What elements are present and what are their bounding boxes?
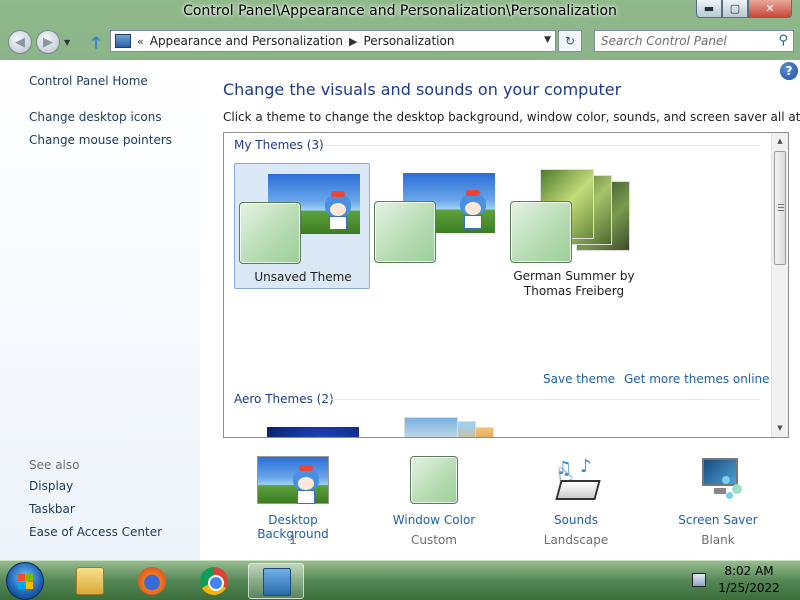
desktop-background-value: 1 <box>289 533 297 547</box>
taskbar <box>0 560 800 600</box>
desktop-background-item[interactable]: Desktop Background 1 <box>238 456 348 547</box>
theme-background-thumbnail <box>404 417 458 437</box>
theme-label: German Summer by Thomas Freiberg <box>513 269 635 298</box>
scroll-down-arrow-icon[interactable]: ▼ <box>772 420 788 437</box>
sidebar-item-change-mouse-pointers[interactable]: Change mouse pointers <box>29 133 172 147</box>
theme-color-swatch <box>239 202 301 264</box>
search-box[interactable]: ⚲ <box>594 30 794 52</box>
theme-color-swatch <box>374 201 436 263</box>
clock-time[interactable]: 8:02 AM <box>716 564 782 578</box>
up-button[interactable]: 🡑 <box>86 32 106 52</box>
address-dropdown-icon[interactable]: ▼ <box>544 35 551 45</box>
folder-icon <box>76 567 104 595</box>
sounds-item[interactable]: ♫ ♪ Sounds Landscape <box>521 456 631 547</box>
screen-saver-icon <box>682 456 754 506</box>
window-color-label[interactable]: Window Color <box>379 513 489 527</box>
desktop-background-icon <box>257 456 329 506</box>
chevron-down-icon: ▼ <box>64 38 71 47</box>
breadcrumb-separator-icon[interactable]: « <box>137 35 144 48</box>
theme-color-swatch <box>510 201 572 263</box>
screen-saver-item[interactable]: Screen Saver Blank <box>663 456 773 547</box>
taskbar-control-panel[interactable] <box>248 563 304 599</box>
title-bar[interactable]: Control Panel\Appearance and Personaliza… <box>0 0 800 24</box>
address-bar[interactable]: « Appearance and Personalization ▶ Perso… <box>110 30 556 52</box>
theme-label: Unsaved Theme <box>254 270 352 284</box>
page-description: Click a theme to change the desktop back… <box>223 110 800 124</box>
up-arrow-icon: 🡑 <box>91 33 101 52</box>
screen-saver-label[interactable]: Screen Saver <box>663 513 773 527</box>
scroll-thumb[interactable] <box>774 151 786 265</box>
window-title: Control Panel\Appearance and Personaliza… <box>183 3 617 19</box>
theme-aero-windows[interactable] <box>234 417 370 437</box>
search-input[interactable] <box>595 31 765 51</box>
window-color-item[interactable]: Window Color Custom <box>379 456 489 547</box>
my-themes-divider <box>324 145 760 146</box>
start-button[interactable] <box>6 562 44 600</box>
theme-list-scrollbar[interactable]: ▲ ▼ <box>771 133 788 437</box>
theme-list: My Themes (3) Unsaved Theme German Summe… <box>223 132 789 438</box>
minimize-button[interactable]: ▬ <box>696 0 722 18</box>
back-button[interactable]: ◀ <box>8 30 32 54</box>
control-panel-icon <box>263 568 291 596</box>
page-title: Change the visuals and sounds on your co… <box>223 80 622 99</box>
get-more-themes-link[interactable]: Get more themes online <box>624 372 770 386</box>
theme-background-thumbnail <box>267 427 359 437</box>
sounds-icon: ♫ ♪ <box>540 456 612 506</box>
breadcrumb-arrow-icon[interactable]: ▶ <box>349 35 357 48</box>
taskbar-firefox[interactable] <box>124 563 180 599</box>
sidebar-item-control-panel-home[interactable]: Control Panel Home <box>29 74 148 88</box>
character-image-icon <box>458 190 488 229</box>
content-area: Control Panel Home Change desktop icons … <box>0 60 800 560</box>
see-also-display[interactable]: Display <box>29 479 73 493</box>
search-icon[interactable]: ⚲ <box>778 33 788 48</box>
see-also-heading: See also <box>29 458 80 472</box>
recent-pages-dropdown[interactable]: ▼ <box>64 38 70 47</box>
left-pane: Control Panel Home Change desktop icons … <box>0 60 200 560</box>
network-icon[interactable] <box>692 573 706 587</box>
screen-saver-value: Blank <box>701 533 735 547</box>
windows-logo-icon <box>18 574 34 590</box>
window-controls: ▬ ▢ ✕ <box>696 0 792 18</box>
taskbar-file-explorer[interactable] <box>62 563 118 599</box>
refresh-button[interactable]: ↻ <box>558 30 582 52</box>
navigation-bar: ◀ ▶ ▼ 🡑 « Appearance and Personalization… <box>0 26 800 56</box>
character-image-icon <box>323 191 353 230</box>
aero-themes-divider <box>324 399 760 400</box>
theme-unsaved[interactable]: Unsaved Theme <box>234 163 370 289</box>
theme-second[interactable] <box>370 163 506 289</box>
chrome-icon <box>200 567 228 595</box>
back-arrow-icon: ◀ <box>15 34 25 50</box>
clock-date[interactable]: 1/25/2022 <box>716 581 782 595</box>
my-themes-header: My Themes (3) <box>234 138 324 152</box>
control-panel-icon <box>115 34 131 48</box>
aero-themes-header: Aero Themes (2) <box>234 392 334 406</box>
breadcrumb-appearance[interactable]: Appearance and Personalization <box>150 34 343 48</box>
forward-arrow-icon: ▶ <box>43 34 53 50</box>
sounds-label[interactable]: Sounds <box>521 513 631 527</box>
control-panel-window: Control Panel\Appearance and Personaliza… <box>0 0 800 560</box>
maximize-button[interactable]: ▢ <box>722 0 748 18</box>
forward-button[interactable]: ▶ <box>36 30 60 54</box>
save-theme-link[interactable]: Save theme <box>543 372 615 386</box>
breadcrumb-personalization[interactable]: Personalization <box>363 34 454 48</box>
firefox-icon <box>138 567 166 595</box>
scroll-up-arrow-icon[interactable]: ▲ <box>772 133 788 150</box>
help-icon[interactable]: ? <box>780 62 798 80</box>
theme-aero-landscapes[interactable] <box>370 417 506 437</box>
theme-german-summer[interactable]: German Summer by Thomas Freiberg <box>506 163 642 298</box>
sounds-value: Landscape <box>543 533 609 547</box>
window-color-value: Custom <box>411 533 457 547</box>
close-button[interactable]: ✕ <box>748 0 792 18</box>
see-also-taskbar[interactable]: Taskbar <box>29 502 75 516</box>
sidebar-item-change-desktop-icons[interactable]: Change desktop icons <box>29 110 162 124</box>
taskbar-chrome[interactable] <box>186 563 242 599</box>
window-color-icon <box>398 456 470 506</box>
see-also-ease-of-access[interactable]: Ease of Access Center <box>29 525 162 539</box>
